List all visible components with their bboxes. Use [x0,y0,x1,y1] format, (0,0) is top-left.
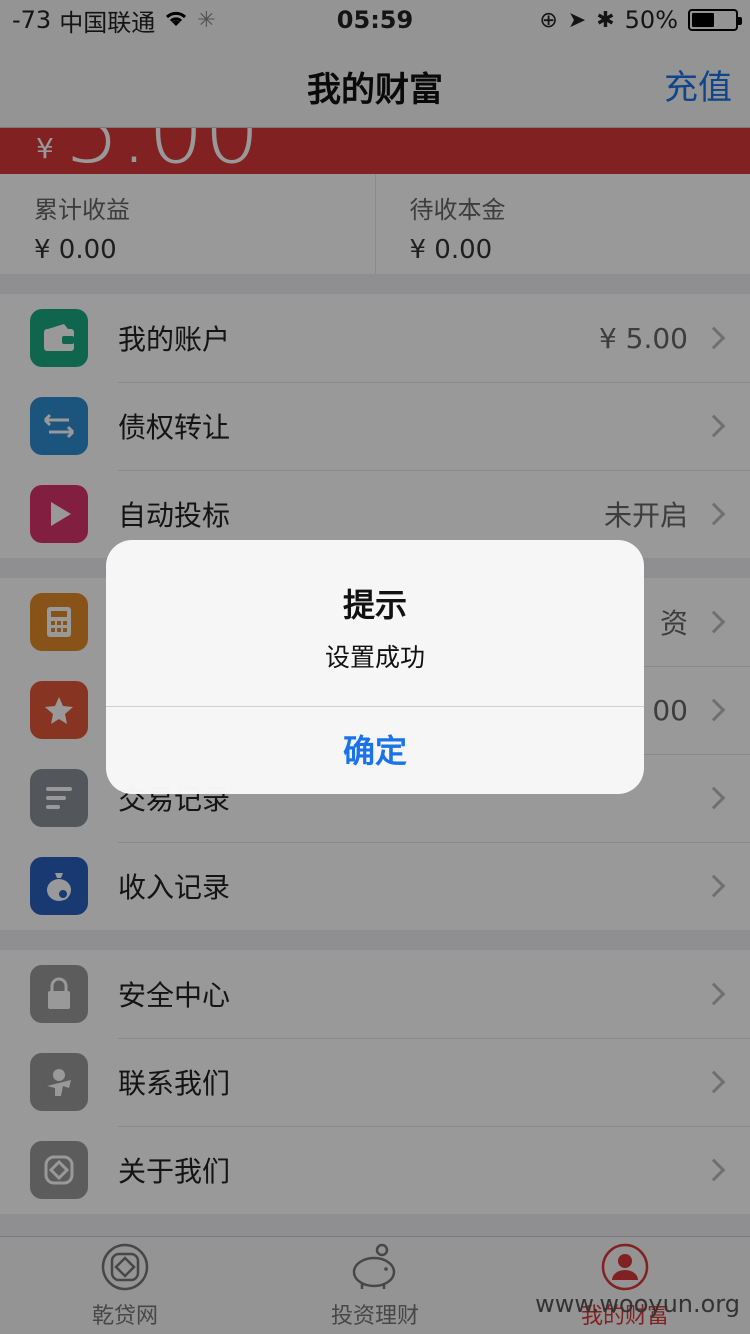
confirm-button[interactable]: 确定 [106,706,644,794]
watermark: www.wooyun.org [535,1290,740,1318]
alert-title: 提示 [342,586,407,624]
alert-dialog: 提示 设置成功 确定 [106,540,644,794]
alert-message: 设置成功 [324,643,425,672]
